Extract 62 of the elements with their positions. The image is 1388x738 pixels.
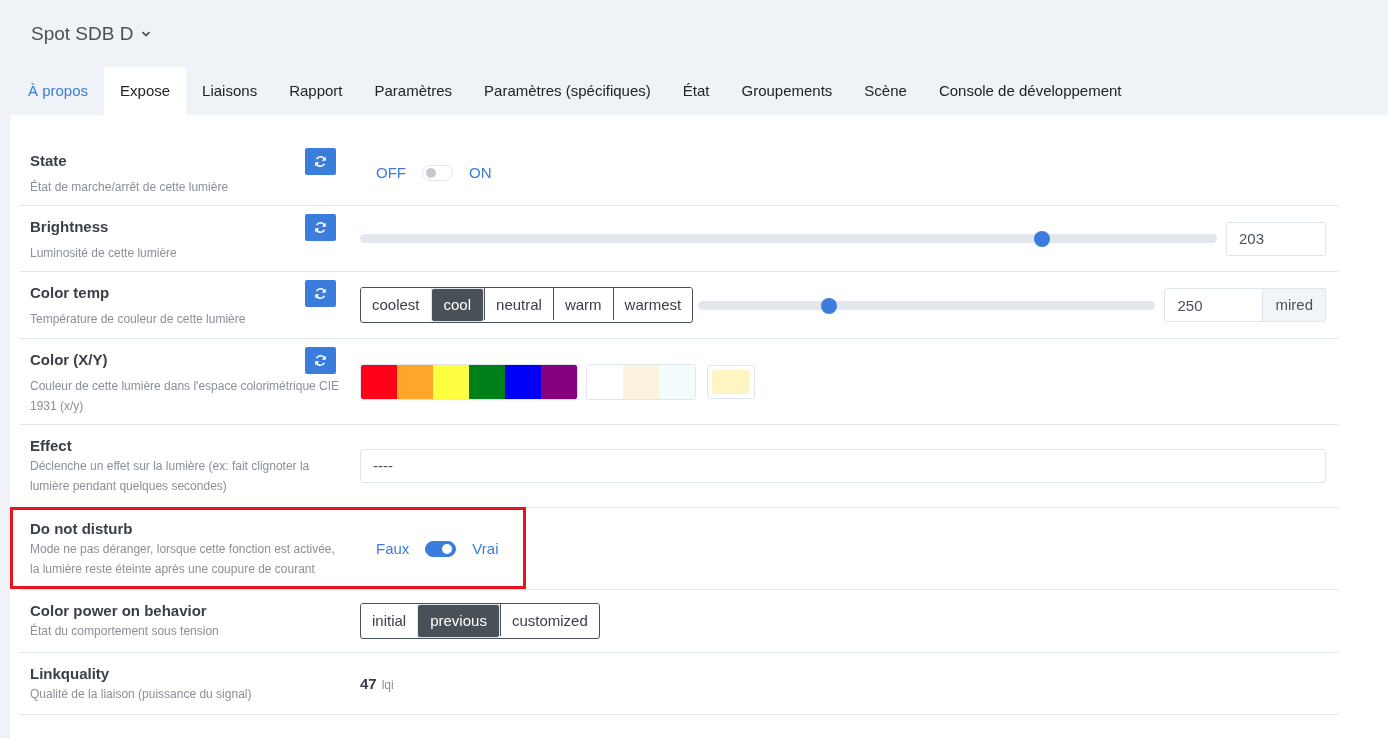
setting-label: Color power on behavior — [30, 601, 207, 619]
refresh-button[interactable] — [305, 214, 336, 241]
setting-description: Température de couleur de cette lumière — [30, 311, 247, 328]
tab[interactable]: Rapport — [273, 67, 359, 115]
tab[interactable]: Expose — [104, 67, 187, 115]
setting-label: State — [30, 151, 67, 169]
effect-select[interactable]: ---- — [360, 449, 1326, 483]
slider-thumb[interactable] — [820, 297, 837, 314]
refresh-icon[interactable] — [314, 287, 327, 300]
refresh-icon[interactable] — [314, 155, 327, 168]
color-preview[interactable] — [707, 364, 755, 399]
color-swatch[interactable] — [505, 364, 541, 399]
setting-description: État du comportement sous tension — [30, 622, 220, 640]
setting-description: Qualité de la liaison (puissance du signal) — [30, 686, 253, 703]
tab[interactable]: Console de développement — [922, 67, 1138, 115]
refresh-icon[interactable] — [314, 221, 327, 234]
toggle-label: ON — [468, 164, 493, 181]
reading-value: 47 — [360, 675, 377, 692]
tab[interactable]: À propos — [12, 67, 105, 115]
setting-label: Brightness — [30, 217, 109, 235]
slider-thumb[interactable] — [1034, 231, 1051, 247]
chevron-down-icon[interactable] — [141, 30, 152, 38]
option-button[interactable]: warmest — [612, 288, 693, 320]
color-swatch[interactable] — [469, 364, 505, 399]
color-swatch[interactable] — [433, 364, 469, 399]
setting-description: État de marche/arrêt de cette lumière — [30, 178, 230, 196]
tab[interactable]: Scène — [848, 67, 923, 115]
toggle-label: Vrai — [471, 540, 500, 557]
tab[interactable]: Liaisons — [186, 67, 274, 115]
option-button[interactable]: customized — [499, 604, 599, 636]
color-swatch[interactable] — [659, 364, 695, 399]
tab[interactable]: État — [666, 67, 726, 115]
setting-label: Do not disturb — [30, 519, 133, 537]
option-button[interactable]: cool — [430, 288, 485, 322]
refresh-button[interactable] — [305, 347, 336, 374]
toggle-switch[interactable] — [425, 540, 457, 557]
toggle-label: OFF — [375, 164, 407, 181]
setting-label: Color temp — [30, 283, 110, 301]
reading-unit: lqi — [381, 678, 394, 692]
color-swatch[interactable] — [541, 364, 577, 399]
refresh-icon[interactable] — [314, 354, 327, 367]
setting-label: Effect — [30, 436, 72, 454]
setting-description: Couleur de cette lumière dans l'espace colorimétrique CIE 1931 (x/y) — [30, 378, 341, 415]
setting-label: Color (X/Y) — [30, 350, 108, 368]
value-field[interactable]: 250 — [1164, 288, 1264, 322]
tab[interactable]: Paramètres (spécifiques) — [468, 67, 667, 115]
unit-label: mired — [1263, 288, 1326, 322]
option-button[interactable]: previous — [417, 604, 500, 638]
tab[interactable]: Paramètres — [358, 67, 469, 115]
color-swatch[interactable] — [623, 364, 659, 399]
device-title[interactable]: Spot SDB D — [31, 23, 134, 45]
setting-description: Luminosité de cette lumière — [30, 245, 178, 262]
tab[interactable]: Groupements — [725, 67, 849, 115]
setting-description: Mode ne pas déranger, lorsque cette fonction est activée, la lumière reste éteinte après une coupure de courant — [30, 541, 336, 578]
color-swatch[interactable] — [361, 364, 397, 399]
refresh-button[interactable] — [305, 280, 336, 307]
setting-description: Déclenche un effet sur la lumière (ex: fait clignoter la lumière pendant quelques secondes) — [30, 458, 311, 495]
setting-label: Linkquality — [30, 664, 110, 682]
refresh-button[interactable] — [305, 148, 336, 175]
value-field[interactable]: 203 — [1226, 221, 1326, 256]
toggle-label: Faux — [375, 540, 411, 557]
color-swatch[interactable] — [397, 364, 433, 399]
